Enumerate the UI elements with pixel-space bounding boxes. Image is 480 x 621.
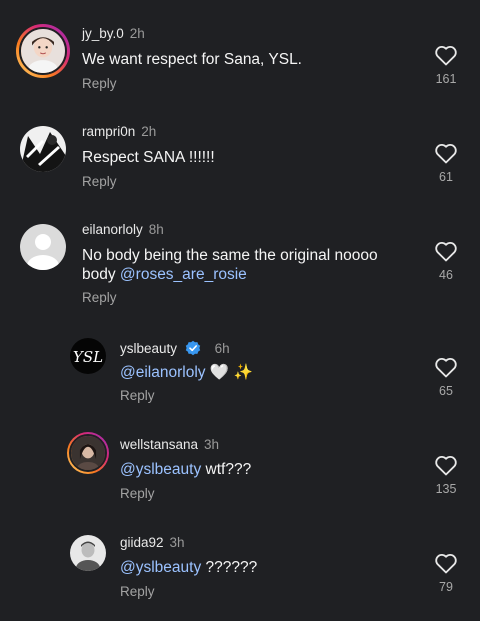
like-count: 79: [439, 580, 453, 594]
reply-button[interactable]: Reply: [82, 290, 117, 305]
mention-link[interactable]: @yslbeauty: [120, 559, 201, 576]
heart-outline-icon[interactable]: [434, 454, 458, 476]
comment-text: @yslbeauty wtf???: [120, 461, 252, 478]
comment-time: 3h: [169, 535, 185, 550]
comment-time: 2h: [141, 124, 157, 139]
like-count: 46: [439, 268, 453, 282]
like-count: 161: [435, 72, 457, 86]
heart-outline-icon[interactable]: [434, 552, 458, 574]
comment-text: @yslbeauty ??????: [120, 559, 258, 576]
like-count: 65: [439, 384, 453, 398]
ysl-logo-avatar[interactable]: YSL: [70, 338, 106, 374]
mention-link[interactable]: @roses_are_rosie: [120, 266, 247, 283]
comment-time: 3h: [204, 437, 220, 452]
comment-username[interactable]: yslbeauty 6h: [120, 340, 230, 356]
emoji-text: 🤍 ✨: [209, 364, 253, 381]
reply-button[interactable]: Reply: [120, 486, 155, 501]
like-count: 135: [435, 482, 457, 496]
svg-text:YSL: YSL: [73, 348, 103, 366]
reply-button[interactable]: Reply: [120, 584, 155, 599]
heart-outline-icon[interactable]: [434, 356, 458, 378]
heart-outline-icon[interactable]: [434, 142, 458, 164]
comment-username[interactable]: rampri0n 2h: [82, 124, 156, 139]
comment-text: @eilanorloly 🤍 ✨: [120, 363, 253, 382]
verified-badge-icon: [185, 340, 201, 356]
avatar[interactable]: [70, 535, 106, 571]
comment-text: We want respect for Sana, YSL.: [82, 51, 302, 68]
comment-text: Respect SANA !!!!!!: [82, 149, 215, 166]
reply-button[interactable]: Reply: [82, 174, 117, 189]
avatar[interactable]: [20, 126, 66, 172]
reply-button[interactable]: Reply: [120, 388, 155, 403]
comment-username[interactable]: giida92 3h: [120, 535, 185, 550]
comment-time: 8h: [148, 222, 164, 237]
heart-outline-icon[interactable]: [434, 44, 458, 66]
mention-link[interactable]: @eilanorloly: [120, 364, 206, 381]
avatar[interactable]: [67, 432, 109, 474]
reply-button[interactable]: Reply: [82, 76, 117, 91]
comment-text: No body being the same the original nooo…: [82, 247, 378, 283]
comment-username[interactable]: eilanorloly 8h: [82, 222, 164, 237]
heart-outline-icon[interactable]: [434, 240, 458, 262]
like-count: 61: [439, 170, 453, 184]
mention-link[interactable]: @yslbeauty: [120, 461, 201, 478]
comment-time: 6h: [214, 341, 230, 356]
avatar[interactable]: [16, 24, 70, 78]
comment-username[interactable]: jy_by.0 2h: [82, 26, 145, 41]
comment-username[interactable]: wellstansana 3h: [120, 437, 219, 452]
comment-time: 2h: [129, 26, 145, 41]
default-avatar[interactable]: [20, 224, 66, 270]
